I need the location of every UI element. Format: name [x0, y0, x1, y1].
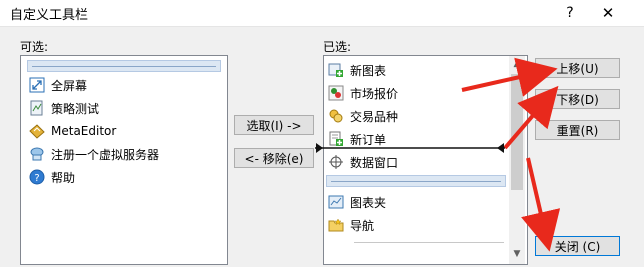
list-item[interactable]: 导航 [328, 214, 374, 236]
help-button[interactable]: ? [560, 0, 580, 26]
strategy-tester-icon [29, 100, 45, 116]
list-item-label: 策略测试 [51, 101, 100, 116]
list-item-label: 新图表 [350, 63, 387, 78]
reset-button[interactable]: 重置(R) [535, 120, 620, 140]
close-window-button[interactable]: ✕ [596, 0, 620, 26]
new-chart-icon [328, 62, 344, 78]
list-item-label: 注册一个虚拟服务器 [51, 147, 160, 162]
list-item[interactable]: 新订单 [328, 128, 386, 150]
fullscreen-icon [29, 77, 45, 93]
separator-item[interactable] [27, 60, 221, 72]
close-button[interactable]: 关闭 (C) [535, 236, 620, 256]
dialog-body: 可选: 全屏幕 策略测试 MetaEditor 注册一个虚拟服务器 ? 帮助 选… [0, 26, 644, 267]
list-item[interactable]: 注册一个虚拟服务器 [29, 143, 159, 165]
list-item-label: 导航 [350, 218, 375, 233]
list-item-label: 图表夹 [350, 195, 387, 210]
list-item[interactable]: MetaEditor [29, 120, 116, 142]
list-item-label: 新订单 [350, 132, 387, 147]
list-item-label: 全屏幕 [51, 78, 88, 93]
list-item[interactable]: 全屏幕 [29, 74, 87, 96]
selected-list-scrollbar[interactable]: ▲ ▼ [509, 56, 525, 264]
list-item[interactable]: 交易品种 [328, 105, 398, 127]
virtual-server-icon [29, 146, 45, 162]
list-item-label: 帮助 [51, 170, 76, 185]
new-order-icon [328, 131, 344, 147]
move-down-button[interactable]: 下移(D) [535, 89, 620, 109]
svg-text:?: ? [34, 173, 39, 184]
list-item[interactable]: ? 帮助 [29, 166, 75, 188]
list-item[interactable]: 图表夹 [328, 191, 386, 213]
list-item-label: MetaEditor [51, 124, 117, 138]
scroll-down-icon[interactable]: ▼ [509, 246, 525, 262]
list-item-label: 市场报价 [350, 86, 399, 101]
available-label: 可选: [20, 40, 49, 54]
list-item[interactable]: 策略测试 [29, 97, 99, 119]
symbols-icon [328, 108, 344, 124]
separator-item[interactable] [326, 175, 506, 187]
data-window-icon [328, 154, 344, 170]
metaeditor-icon [29, 123, 45, 139]
scroll-up-icon[interactable]: ▲ [509, 56, 525, 72]
available-list[interactable]: 全屏幕 策略测试 MetaEditor 注册一个虚拟服务器 ? 帮助 [20, 55, 228, 265]
add-button[interactable]: 选取(I) -> [234, 115, 314, 135]
list-item-label: 交易品种 [350, 109, 399, 124]
selected-label: 已选: [323, 40, 352, 54]
move-up-button[interactable]: 上移(U) [535, 58, 620, 78]
list-item-label: 数据窗口 [350, 155, 399, 170]
chart-folder-icon [328, 194, 344, 210]
help-icon: ? [29, 169, 45, 185]
selected-list[interactable]: 新图表 市场报价 交易品种 新订单 数据窗口 图表夹 导航 ▲ ▼ [323, 55, 528, 265]
list-item[interactable]: 市场报价 [328, 82, 398, 104]
market-watch-icon [328, 85, 344, 101]
scroll-thumb[interactable] [511, 74, 523, 190]
remove-button[interactable]: <- 移除(e) [234, 148, 314, 168]
window-title: 自定义工具栏 [10, 8, 89, 23]
list-item[interactable]: 新图表 [328, 59, 386, 81]
title-bar: 自定义工具栏 ? ✕ [0, 0, 644, 26]
list-item[interactable]: 数据窗口 [328, 151, 398, 173]
navigator-icon [328, 217, 344, 233]
list-divider [354, 242, 504, 243]
